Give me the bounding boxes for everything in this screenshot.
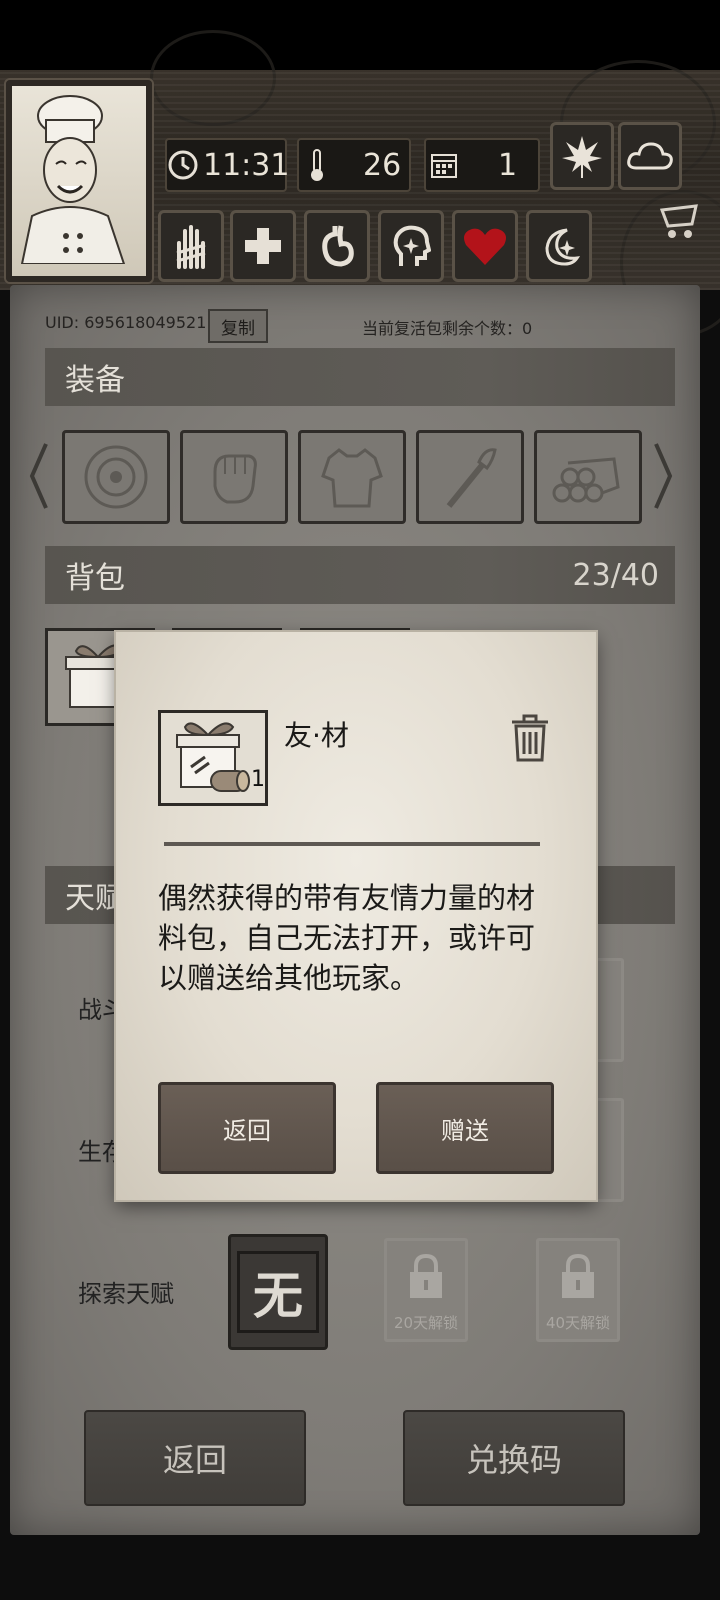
- item-detail-dialog: 1 友·材 偶然获得的带有友情力量的材料包，自己无法打开，或许可以赠送给其他玩家…: [116, 632, 596, 1200]
- explore-talent-label: 探索天赋: [78, 1280, 174, 1308]
- temperature-display: 26: [297, 138, 411, 192]
- lock-icon: [410, 1253, 442, 1298]
- uid-label: UID: 695618049521: [45, 313, 207, 332]
- logs-icon: [552, 457, 620, 503]
- redeem-code-button[interactable]: 兑换码: [403, 1410, 625, 1506]
- backpack-count: 23/40: [572, 557, 659, 593]
- copy-uid-button[interactable]: 复制: [208, 309, 268, 343]
- day-value: 1: [498, 147, 518, 183]
- sleep-status-button[interactable]: [526, 210, 592, 282]
- time-display: 11:31: [165, 138, 290, 192]
- shop-button[interactable]: [656, 198, 704, 246]
- stomach-icon: [322, 225, 354, 267]
- equip-slot-weapon[interactable]: [180, 430, 288, 524]
- calendar-icon: [426, 147, 462, 183]
- heart-status-button[interactable]: [452, 210, 518, 282]
- hand-bandage-icon: [176, 225, 206, 269]
- cloud-icon: [627, 142, 673, 170]
- day-display: 1: [424, 138, 540, 192]
- hunger-status-button[interactable]: [304, 210, 370, 282]
- explore-talent-lock-20[interactable]: 20天解锁: [384, 1238, 468, 1342]
- time-value: 11:31: [203, 147, 290, 183]
- unlock-20-text: 20天解锁: [393, 1314, 459, 1332]
- thermometer-icon: [299, 147, 335, 183]
- explore-talent-slot[interactable]: 无: [228, 1234, 328, 1350]
- equip-slot-logs[interactable]: [534, 430, 642, 524]
- equip-prev-arrow[interactable]: [26, 440, 50, 512]
- weather-button[interactable]: [618, 122, 682, 190]
- dialog-gift-button[interactable]: 赠送: [376, 1082, 554, 1174]
- chef-portrait-icon: [20, 95, 126, 265]
- lock-icon: [562, 1253, 594, 1298]
- medical-cross-icon: [245, 228, 281, 264]
- equip-slot-torch[interactable]: [416, 430, 524, 524]
- none-glyph: 无: [237, 1251, 319, 1333]
- temperature-value: 26: [363, 147, 402, 183]
- dialog-back-button[interactable]: 返回: [158, 1082, 336, 1174]
- bandage-status-button[interactable]: [158, 210, 224, 282]
- revive-count-label: 当前复活包剩余个数：0: [362, 319, 533, 338]
- dialog-divider: [164, 842, 540, 846]
- dialog-item-name: 友·材: [284, 719, 349, 752]
- dialog-item-slot: 1: [158, 710, 268, 806]
- equipment-title: 装备: [65, 363, 125, 398]
- equip-slot-armor[interactable]: [298, 430, 406, 524]
- fist-icon: [213, 454, 257, 504]
- leaf-icon: [562, 136, 602, 178]
- equipment-header: 装备: [45, 348, 675, 406]
- unlock-40-text: 40天解锁: [545, 1314, 611, 1332]
- explore-talent-lock-40[interactable]: 40天解锁: [536, 1238, 620, 1342]
- cart-icon: [659, 204, 698, 238]
- health-status-button[interactable]: [230, 210, 296, 282]
- moon-star-icon: [545, 228, 581, 266]
- status-bar: [0, 0, 720, 70]
- character-portrait[interactable]: [6, 80, 152, 282]
- trash-icon: [512, 714, 548, 762]
- gift-box-logs-icon: [176, 722, 250, 792]
- backpack-title: 背包: [65, 561, 125, 596]
- chevron-left-icon: [29, 443, 48, 509]
- dialog-item-count: 1: [251, 767, 265, 792]
- clock-icon: [167, 147, 199, 183]
- head-sparkle-icon: [393, 225, 431, 266]
- leaf-button[interactable]: [550, 122, 614, 190]
- equip-slot-accessory[interactable]: [62, 430, 170, 524]
- heart-icon: [464, 228, 506, 265]
- delete-item-button[interactable]: [508, 712, 552, 764]
- torch-icon: [446, 448, 497, 508]
- shirt-icon: [321, 448, 383, 508]
- sanity-status-button[interactable]: [378, 210, 444, 282]
- dialog-item-description: 偶然获得的带有友情力量的材料包，自己无法打开，或许可以赠送给其他玩家。: [158, 881, 536, 995]
- target-icon: [84, 445, 148, 509]
- equip-next-arrow[interactable]: [652, 440, 676, 512]
- backpack-header: 背包 23/40: [45, 546, 675, 604]
- back-button[interactable]: 返回: [84, 1410, 306, 1506]
- chevron-right-icon: [654, 443, 673, 509]
